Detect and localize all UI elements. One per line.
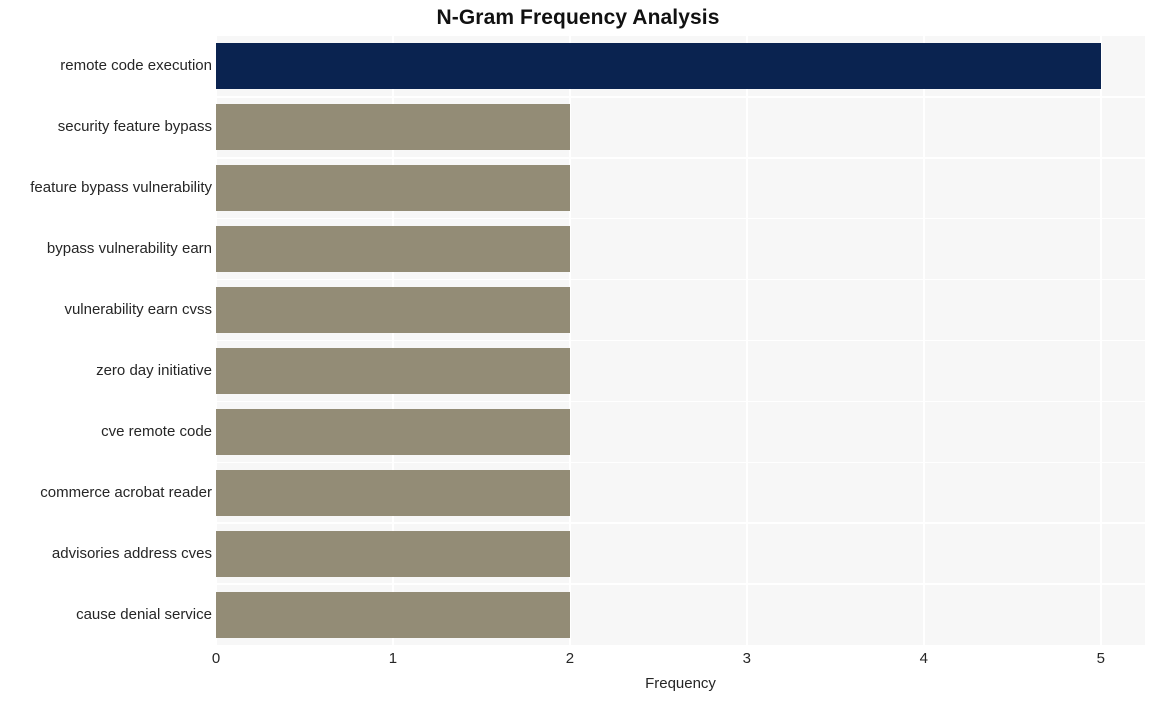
chart-title: N-Gram Frequency Analysis xyxy=(436,6,720,29)
bar[interactable] xyxy=(216,165,570,212)
y-tick-label: vulnerability earn cvss xyxy=(64,301,212,319)
y-tick-label: security feature bypass xyxy=(57,118,212,136)
y-axis-tick-labels: remote code execution security feature by… xyxy=(0,36,212,645)
x-tick-label: 3 xyxy=(742,650,752,667)
y-tick-label: advisories address cves xyxy=(51,544,212,562)
bar[interactable] xyxy=(216,347,570,394)
plot-area xyxy=(215,36,1145,645)
bar[interactable] xyxy=(216,408,570,455)
bar[interactable] xyxy=(216,104,570,151)
horizontal-gridline-7 xyxy=(216,461,1145,464)
horizontal-gridline-9 xyxy=(216,583,1145,585)
horizontal-gridline-5 xyxy=(216,339,1145,342)
bar[interactable] xyxy=(216,43,1101,90)
x-tick-label: 4 xyxy=(919,650,928,667)
y-tick-label: cause denial service xyxy=(76,605,212,623)
x-tick-label: 5 xyxy=(1096,650,1105,667)
y-tick-label: zero day initiative xyxy=(96,361,212,379)
horizontal-gridline-4 xyxy=(216,278,1145,281)
x-axis-title: Frequency xyxy=(645,675,716,692)
y-tick-label: feature bypass vulnerability xyxy=(30,179,212,197)
y-tick-label: commerce acrobat reader xyxy=(40,483,212,501)
x-tick-label: 2 xyxy=(565,650,575,667)
x-tick-label: 1 xyxy=(388,650,398,667)
horizontal-gridline-6 xyxy=(216,400,1145,403)
horizontal-gridline-2 xyxy=(216,157,1145,159)
bar[interactable] xyxy=(216,469,570,516)
bar[interactable] xyxy=(216,591,570,638)
horizontal-gridline-3 xyxy=(216,217,1145,220)
chart-figure: N-Gram Frequency Analysis remote code ex… xyxy=(0,0,1156,701)
y-tick-label: bypass vulnerability earn xyxy=(46,240,212,258)
x-tick-label: 0 xyxy=(211,650,221,667)
horizontal-gridline-8 xyxy=(216,522,1145,524)
bar[interactable] xyxy=(216,287,570,334)
bar[interactable] xyxy=(216,530,570,577)
horizontal-gridline-1 xyxy=(216,96,1145,98)
y-tick-label: cve remote code xyxy=(101,422,212,440)
x-axis-tick-labels: 0 1 2 3 4 5 xyxy=(212,649,1145,671)
y-tick-label: remote code execution xyxy=(60,57,212,75)
bar[interactable] xyxy=(216,226,570,273)
